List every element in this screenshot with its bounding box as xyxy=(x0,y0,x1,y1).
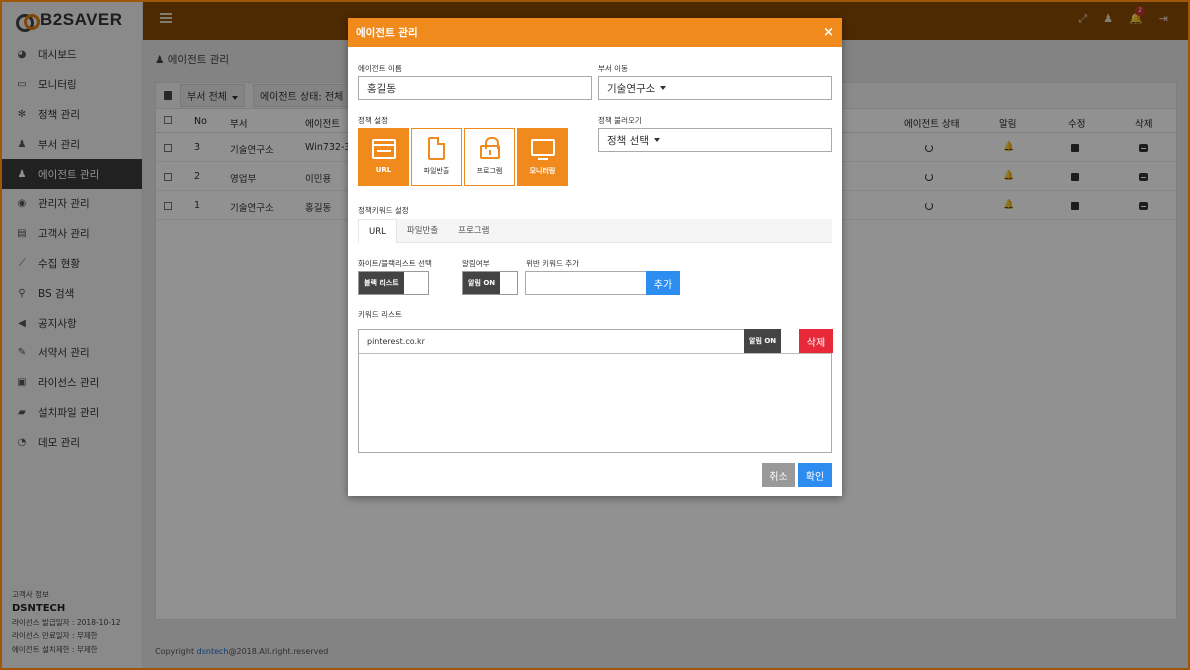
alarm-toggle-value: 알림 ON xyxy=(463,272,501,294)
alarm-toggle[interactable]: 알림 ON xyxy=(462,271,518,295)
keyword-text: pinterest.co.kr xyxy=(367,337,425,346)
policy-setting-label: 정책 설정 xyxy=(358,116,388,125)
dept-move-label: 부서 이동 xyxy=(598,64,628,73)
browser-window-icon xyxy=(371,139,396,159)
alarm-label: 알림여부 xyxy=(462,259,490,268)
policy-load-label: 정책 불러오기 xyxy=(598,116,642,125)
policy-load-select[interactable]: 정책 선택 xyxy=(598,128,832,152)
modal-title: 에이전트 관리 xyxy=(356,27,418,39)
policy-option-label: 파일반출 xyxy=(423,167,450,175)
keyword-alarm-value: 알림 ON xyxy=(744,329,782,353)
keyword-tab-1[interactable]: 파일반출 xyxy=(397,219,448,243)
agent-name-label: 에이전트 이름 xyxy=(358,64,402,73)
whitelist-blacklist-toggle[interactable]: 블랙 리스트 xyxy=(358,271,429,295)
close-icon[interactable]: × xyxy=(823,25,834,40)
whitelist-blacklist-label: 화이트/블랙리스트 선택 xyxy=(358,259,432,268)
add-keyword-button[interactable]: 추가 xyxy=(646,271,680,295)
policy-option-1[interactable]: 파일반출 xyxy=(411,128,462,186)
file-icon xyxy=(428,137,445,160)
agent-name-input[interactable]: 홍길동 xyxy=(358,76,592,100)
add-keyword-input[interactable] xyxy=(525,271,647,295)
whitelist-blacklist-value: 블랙 리스트 xyxy=(359,272,404,294)
keyword-list-label: 키워드 리스트 xyxy=(358,310,402,319)
policy-option-label: URL xyxy=(375,166,392,174)
keyword-row: pinterest.co.kr 알림 ON 삭제 xyxy=(359,329,833,354)
agent-manage-modal: 에이전트 관리 × 에이전트 이름 홍길동 부서 이동 기술연구소 정책 설정 … xyxy=(348,18,842,496)
policy-load-value: 정책 선택 xyxy=(607,134,649,147)
dept-move-select[interactable]: 기술연구소 xyxy=(598,76,832,100)
policy-option-label: 모니터링 xyxy=(529,167,556,175)
lock-icon xyxy=(479,137,500,159)
policy-option-2[interactable]: 프로그램 xyxy=(464,128,515,186)
confirm-button[interactable]: 확인 xyxy=(798,463,832,487)
policy-option-3[interactable]: 모니터링 xyxy=(517,128,568,186)
cancel-button[interactable]: 취소 xyxy=(762,463,795,487)
chevron-down-icon xyxy=(653,138,660,142)
policy-option-0[interactable]: URL xyxy=(358,128,409,186)
keyword-tab-0[interactable]: URL xyxy=(358,219,397,243)
keyword-tab-2[interactable]: 프로그램 xyxy=(448,219,499,243)
keyword-delete-button[interactable]: 삭제 xyxy=(799,329,833,353)
modal-header: 에이전트 관리 × xyxy=(348,18,842,47)
keyword-tabs: URL 파일반출 프로그램 xyxy=(358,219,832,243)
keyword-setting-label: 정책키워드 설정 xyxy=(358,206,409,215)
dept-move-value: 기술연구소 xyxy=(607,82,656,95)
policy-option-label: 프로그램 xyxy=(476,167,503,175)
chevron-down-icon xyxy=(660,86,667,90)
keyword-alarm-toggle[interactable]: 알림 ON xyxy=(744,329,800,353)
add-keyword-label: 위반 키워드 추가 xyxy=(526,259,580,268)
keyword-list: pinterest.co.kr 알림 ON 삭제 xyxy=(358,329,833,453)
monitor-icon xyxy=(530,139,555,160)
